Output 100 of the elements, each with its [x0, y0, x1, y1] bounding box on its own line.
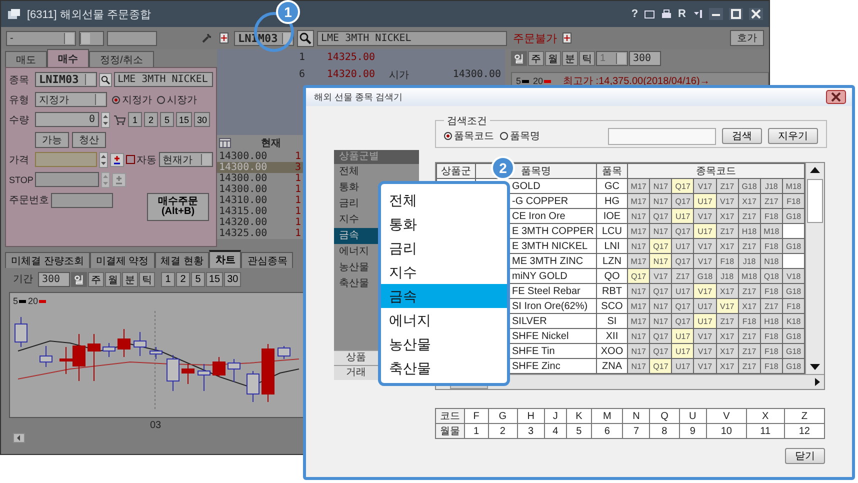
- column-header: 상품군: [441, 166, 471, 177]
- quote-button[interactable]: 호가: [730, 30, 764, 46]
- table-cell: 6: [592, 424, 623, 438]
- menu-item[interactable]: 에너지: [381, 308, 507, 332]
- price-source-dropdown[interactable]: 현재가: [158, 152, 213, 167]
- table-cell: 코드: [436, 408, 464, 424]
- help-button[interactable]: ?: [631, 8, 638, 20]
- buy-order-button[interactable]: 매수주문 (Alt+B): [147, 193, 209, 221]
- quantity-preset-button[interactable]: 5: [160, 112, 174, 127]
- tick-row[interactable]: 14325.00 1: [217, 228, 303, 239]
- interval-button[interactable]: 30: [224, 272, 242, 286]
- period-button[interactable]: 주: [88, 272, 104, 286]
- order-action-button[interactable]: 가능: [35, 132, 69, 148]
- password-field[interactable]: [107, 30, 157, 46]
- bottom-tab[interactable]: 미결제 약정: [90, 252, 155, 268]
- order-number-field[interactable]: [51, 193, 113, 208]
- period-button[interactable]: 틱: [579, 51, 595, 66]
- candle: [134, 332, 146, 356]
- table-cell: miNY GOLD: [512, 270, 568, 282]
- count-field[interactable]: 300: [629, 51, 661, 66]
- grid-icon[interactable]: [219, 138, 231, 148]
- quantity-preset-button[interactable]: 30: [194, 112, 210, 127]
- stop-price-field[interactable]: [35, 172, 100, 187]
- search-action-button[interactable]: 검색: [722, 128, 762, 144]
- order-tab[interactable]: 매도: [5, 51, 47, 67]
- account-dropdown[interactable]: -: [6, 30, 76, 46]
- table-cell: SI: [607, 316, 617, 326]
- menu-item[interactable]: 지수: [381, 260, 507, 284]
- cart-icon[interactable]: [112, 112, 126, 126]
- period-button[interactable]: 월: [545, 51, 561, 66]
- category-item[interactable]: 전체: [334, 164, 419, 180]
- quantity-field[interactable]: 0: [35, 112, 99, 127]
- period-button[interactable]: 분: [122, 272, 138, 286]
- table-cell: GOLD: [512, 180, 540, 192]
- order-action-button[interactable]: 청산: [72, 132, 106, 148]
- bottom-tab[interactable]: 미체결 잔량조회: [5, 252, 90, 268]
- order-type-dropdown[interactable]: 지정가: [35, 92, 107, 107]
- print-icon[interactable]: [661, 9, 672, 19]
- quantity-preset-button[interactable]: 2: [144, 112, 158, 127]
- period-button[interactable]: 월: [105, 272, 121, 286]
- interval-button[interactable]: 15: [206, 272, 224, 286]
- period-field[interactable]: 300: [38, 272, 70, 286]
- search-mode-radio[interactable]: 품목명: [500, 129, 540, 143]
- order-tab[interactable]: 정정/취소: [89, 51, 154, 67]
- column-header: 품목명: [521, 166, 551, 177]
- scrollbar-thumb[interactable]: [807, 179, 824, 223]
- quantity-preset-button[interactable]: 1: [128, 112, 142, 127]
- plus-minus-icon[interactable]: [110, 152, 124, 166]
- refresh-button[interactable]: R: [678, 8, 686, 20]
- period-button[interactable]: 일: [71, 272, 87, 286]
- bottom-tab[interactable]: 차트: [209, 250, 242, 268]
- search-button[interactable]: [98, 72, 112, 86]
- symbol-dropdown[interactable]: LNIM03: [35, 72, 97, 87]
- tick-row[interactable]: 14310.00 1: [217, 195, 303, 206]
- close-button[interactable]: [749, 8, 763, 20]
- bottom-tab[interactable]: 체결 현황: [154, 252, 210, 268]
- interval-button[interactable]: 1: [161, 272, 175, 286]
- table-cell: V: [706, 408, 746, 424]
- close-dialog-button[interactable]: 닫기: [785, 448, 825, 464]
- price-type-radio[interactable]: 시장가: [157, 92, 197, 106]
- bottom-tab[interactable]: 관심종목: [241, 252, 294, 268]
- quantity-preset-button[interactable]: 15: [176, 112, 192, 127]
- maximize-button[interactable]: [729, 8, 743, 20]
- wrench-icon[interactable]: [200, 31, 214, 45]
- tick-row[interactable]: 14300.00 1: [217, 184, 303, 195]
- search-mode-radio[interactable]: 품목코드: [444, 129, 494, 143]
- tick-row[interactable]: 14300.00 1: [217, 173, 303, 184]
- tick-row[interactable]: 14300.00 3: [217, 162, 303, 173]
- search-action-button[interactable]: 지우기: [768, 128, 818, 144]
- search-input[interactable]: [608, 128, 716, 144]
- order-tab[interactable]: 매수: [47, 49, 89, 67]
- quote-price: 14320.00: [326, 69, 375, 80]
- tick-row[interactable]: 14300.00 1: [217, 151, 303, 162]
- candle: [40, 346, 52, 368]
- period-button[interactable]: 틱: [139, 272, 155, 286]
- vertical-scrollbar[interactable]: [805, 163, 824, 374]
- price-type-radio[interactable]: 지정가: [112, 92, 152, 106]
- tick-row[interactable]: 14320.00 1: [217, 217, 303, 228]
- interval-button[interactable]: 5: [191, 272, 205, 286]
- menu-item[interactable]: 금속: [381, 284, 507, 308]
- plus-document-icon[interactable]: [217, 31, 231, 45]
- period-button[interactable]: 분: [562, 51, 578, 66]
- price-field[interactable]: [35, 152, 98, 167]
- spin-icon[interactable]: [101, 112, 110, 128]
- spin-icon[interactable]: [99, 152, 108, 168]
- plus-document-icon[interactable]: [560, 31, 574, 45]
- period-button[interactable]: 주: [528, 51, 544, 66]
- tick-row[interactable]: 14315.00 1: [217, 206, 303, 217]
- menu-item[interactable]: 전체: [381, 188, 507, 212]
- minimize-button[interactable]: [709, 8, 723, 20]
- period-button[interactable]: 일: [511, 51, 527, 66]
- table-cell: FE Steel Rebar: [512, 286, 580, 296]
- close-button[interactable]: [826, 90, 846, 104]
- table-cell: Q: [650, 408, 680, 424]
- interval-button[interactable]: 2: [176, 272, 190, 286]
- sub-dropdown[interactable]: [79, 30, 104, 46]
- search-button[interactable]: [297, 30, 314, 46]
- window-icon[interactable]: [644, 9, 656, 19]
- auto-checkbox[interactable]: 자동: [126, 152, 157, 166]
- column-header: 종목코드: [696, 166, 736, 177]
